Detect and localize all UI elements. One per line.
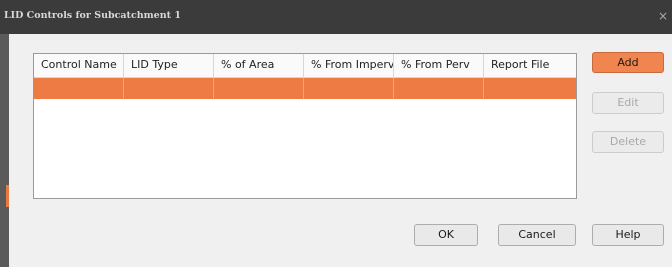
column-header-percent-area[interactable]: % of Area [214, 54, 304, 77]
table-cell[interactable] [124, 78, 214, 99]
column-header-control-name[interactable]: Control Name [34, 54, 124, 77]
column-header-lid-type[interactable]: LID Type [124, 54, 214, 77]
help-button[interactable]: Help [592, 224, 664, 246]
delete-button[interactable]: Delete [592, 131, 664, 153]
table-cell[interactable] [304, 78, 394, 99]
window-title: LID Controls for Subcatchment 1 [4, 10, 181, 21]
table-cell[interactable] [34, 78, 124, 99]
cancel-button[interactable]: Cancel [498, 224, 576, 246]
table-cell[interactable] [214, 78, 304, 99]
ok-button[interactable]: OK [414, 224, 478, 246]
edit-button[interactable]: Edit [592, 92, 664, 114]
table-header: Control Name LID Type % of Area % From I… [34, 54, 576, 78]
table-cell[interactable] [394, 78, 484, 99]
lid-controls-table: Control Name LID Type % of Area % From I… [33, 53, 577, 199]
table-cell[interactable] [484, 78, 576, 99]
dialog-body: Control Name LID Type % of Area % From I… [9, 34, 672, 267]
column-header-from-perv[interactable]: % From Perv [394, 54, 484, 77]
column-header-report-file[interactable]: Report File [484, 54, 576, 77]
column-header-from-imperv[interactable]: % From Imperv [304, 54, 394, 77]
window-left-edge [0, 0, 9, 267]
close-icon[interactable]: × [657, 9, 669, 23]
table-row[interactable] [34, 78, 576, 99]
add-button[interactable]: Add [592, 52, 664, 73]
title-bar: LID Controls for Subcatchment 1 × [0, 0, 672, 34]
